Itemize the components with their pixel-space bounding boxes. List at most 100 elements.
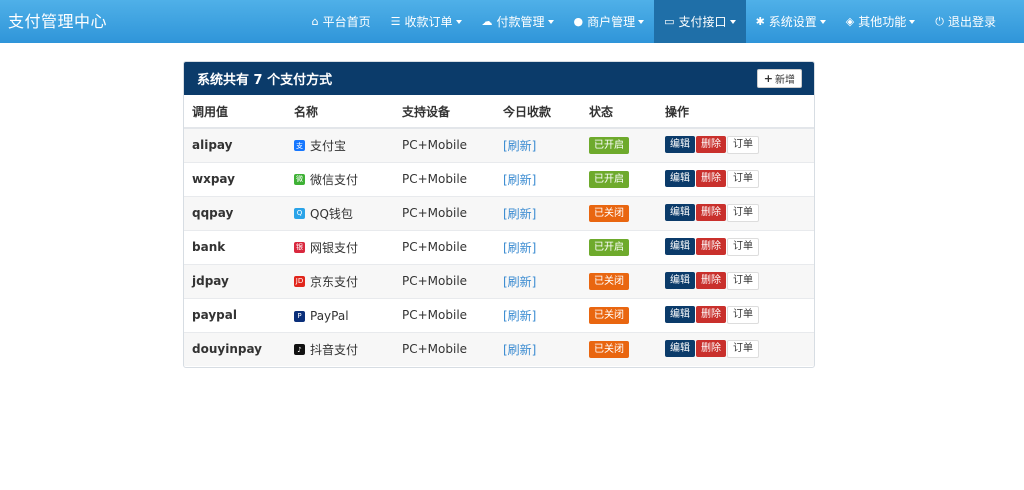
edit-button[interactable]: 编辑 — [665, 136, 695, 154]
nav-item-4[interactable]: ▭ 支付接口 — [654, 0, 746, 43]
order-button[interactable]: 订单 — [727, 170, 759, 188]
nav-item-label: 系统设置 — [768, 15, 817, 29]
order-button[interactable]: 订单 — [727, 306, 759, 324]
nav-item-5[interactable]: ✱ 系统设置 — [746, 0, 836, 43]
edit-button[interactable]: 编辑 — [665, 272, 695, 289]
status-cell: 已关闭 — [581, 263, 657, 298]
refresh-link[interactable]: [刷新] — [503, 241, 536, 255]
method-code: paypal — [184, 297, 286, 332]
delete-button[interactable]: 删除 — [696, 136, 726, 154]
nav-item-2[interactable]: ☁ 付款管理 — [472, 0, 564, 43]
method-device: PC+Mobile — [394, 195, 495, 230]
nav-item-6[interactable]: ◈ 其他功能 — [836, 0, 925, 43]
edit-button[interactable]: 编辑 — [665, 306, 695, 323]
home-icon: ⌂ — [311, 15, 319, 28]
order-button[interactable]: 订单 — [727, 272, 759, 290]
delete-button[interactable]: 删除 — [696, 272, 726, 289]
edit-button[interactable]: 编辑 — [665, 340, 695, 358]
edit-button[interactable]: 编辑 — [665, 204, 695, 221]
method-name: 支付宝 — [310, 139, 347, 153]
unionpay-icon: 银 — [294, 241, 305, 253]
col-header-name: 名称 — [286, 95, 394, 129]
actions-cell: 编辑 删除 订单 — [657, 297, 814, 332]
delete-button[interactable]: 删除 — [696, 170, 726, 187]
paypal-icon: P — [294, 310, 305, 322]
delete-button[interactable]: 删除 — [696, 204, 726, 221]
wechat-icon: 微 — [294, 173, 305, 185]
status-cell: 已开启 — [581, 229, 657, 264]
payment-methods-panel: 系统共有 7 个支付方式 + 新增 调用值 名称 支持设备 今日收款 状态 操作… — [183, 61, 815, 368]
status-badge[interactable]: 已开启 — [589, 136, 629, 154]
method-name: QQ钱包 — [310, 206, 353, 221]
method-code: bank — [184, 229, 286, 264]
caret-down-icon — [638, 19, 645, 24]
payment-methods-table: 调用值 名称 支持设备 今日收款 状态 操作 alipay 支支付宝 PC+Mobi… — [184, 95, 814, 366]
nav-item-7[interactable]: ⏻ 退出登录 — [925, 0, 1006, 43]
nav-item-1[interactable]: ☰ 收款订单 — [381, 0, 472, 43]
col-header-code: 调用值 — [184, 95, 286, 129]
credit-card-icon: ▭ — [664, 15, 675, 28]
status-badge[interactable]: 已关闭 — [589, 340, 629, 358]
add-button[interactable]: + 新增 — [756, 69, 802, 88]
refresh-link[interactable]: [刷新] — [503, 173, 536, 187]
status-badge[interactable]: 已开启 — [589, 170, 629, 188]
table-header-row: 调用值 名称 支持设备 今日收款 状态 操作 — [184, 95, 814, 129]
refresh-link[interactable]: [刷新] — [503, 343, 536, 357]
panel-heading: 系统共有 7 个支付方式 + 新增 — [184, 62, 814, 95]
refresh-link[interactable]: [刷新] — [503, 207, 536, 221]
method-code: alipay — [184, 127, 286, 162]
app-title[interactable]: 支付管理中心 — [8, 0, 107, 43]
order-button[interactable]: 订单 — [727, 136, 759, 155]
col-header-actions: 操作 — [657, 95, 814, 129]
top-navbar: 支付管理中心 ⌂ 平台首页 ☰ 收款订单 ☁ 付款管理 ● 商户管理 ▭ 支付接口 ✱ 系统设置 ◈ 其他… — [0, 0, 1024, 43]
refresh-link[interactable]: [刷新] — [503, 139, 536, 153]
actions-cell: 编辑 删除 订单 — [657, 331, 814, 366]
nav-item-label: 支付接口 — [678, 15, 727, 29]
edit-button[interactable]: 编辑 — [665, 170, 695, 187]
panel-title: 系统共有 7 个支付方式 — [197, 73, 333, 88]
nav-item-label: 收款订单 — [404, 15, 453, 29]
table-row: bank 银网银支付 PC+Mobile [刷新] 已开启 编辑 删除 订单 — [184, 229, 814, 264]
status-cell: 已关闭 — [581, 331, 657, 366]
refresh-link[interactable]: [刷新] — [503, 275, 536, 289]
table-row: douyinpay ♪ 抖音支付 PC+Mobile [刷新] 已关闭 编辑 删除 订单 — [184, 331, 814, 366]
table-row: wxpay 微微信支付 PC+Mobile [刷新] 已开启 编辑 删除 订单 — [184, 161, 814, 196]
method-name-cell: ♪ 抖音支付 — [286, 331, 394, 366]
order-button[interactable]: 订单 — [727, 340, 759, 359]
status-badge[interactable]: 已关闭 — [589, 306, 629, 324]
status-cell: 已关闭 — [581, 297, 657, 332]
method-name: PayPal — [310, 309, 349, 323]
col-header-device: 支持设备 — [394, 95, 495, 129]
douyin-icon: ♪ — [294, 344, 305, 355]
delete-button[interactable]: 删除 — [696, 340, 726, 358]
method-code: douyinpay — [184, 331, 286, 366]
method-name-cell: 微微信支付 — [286, 161, 394, 196]
table-row: qqpay Q QQ钱包 PC+Mobile [刷新] 已关闭 编辑 删除 订单 — [184, 195, 814, 230]
order-button[interactable]: 订单 — [727, 238, 759, 256]
nav-item-3[interactable]: ● 商户管理 — [564, 0, 655, 43]
main-nav: ⌂ 平台首页 ☰ 收款订单 ☁ 付款管理 ● 商户管理 ▭ 支付接口 ✱ 系统设置 ◈ 其他功能 ⏻ 退出登录 — [302, 0, 1006, 43]
status-badge[interactable]: 已关闭 — [589, 272, 629, 290]
status-badge[interactable]: 已开启 — [589, 238, 629, 256]
status-badge[interactable]: 已关闭 — [589, 204, 629, 222]
caret-down-icon — [909, 19, 916, 24]
today-cell: [刷新] — [495, 161, 581, 196]
method-name: 微信支付 — [310, 172, 359, 187]
nav-item-0[interactable]: ⌂ 平台首页 — [302, 0, 381, 43]
delete-button[interactable]: 删除 — [696, 238, 726, 255]
today-cell: [刷新] — [495, 297, 581, 332]
plus-icon: + — [763, 72, 773, 85]
order-button[interactable]: 订单 — [727, 204, 759, 222]
method-device: PC+Mobile — [394, 263, 495, 298]
method-code: wxpay — [184, 161, 286, 196]
method-name-cell: 支支付宝 — [286, 127, 394, 162]
delete-button[interactable]: 删除 — [696, 306, 726, 323]
list-icon: ☰ — [390, 15, 401, 28]
method-device: PC+Mobile — [394, 331, 495, 366]
today-cell: [刷新] — [495, 229, 581, 264]
edit-button[interactable]: 编辑 — [665, 238, 695, 255]
actions-cell: 编辑 删除 订单 — [657, 229, 814, 264]
col-header-today: 今日收款 — [495, 95, 581, 129]
actions-cell: 编辑 删除 订单 — [657, 195, 814, 230]
refresh-link[interactable]: [刷新] — [503, 309, 536, 323]
